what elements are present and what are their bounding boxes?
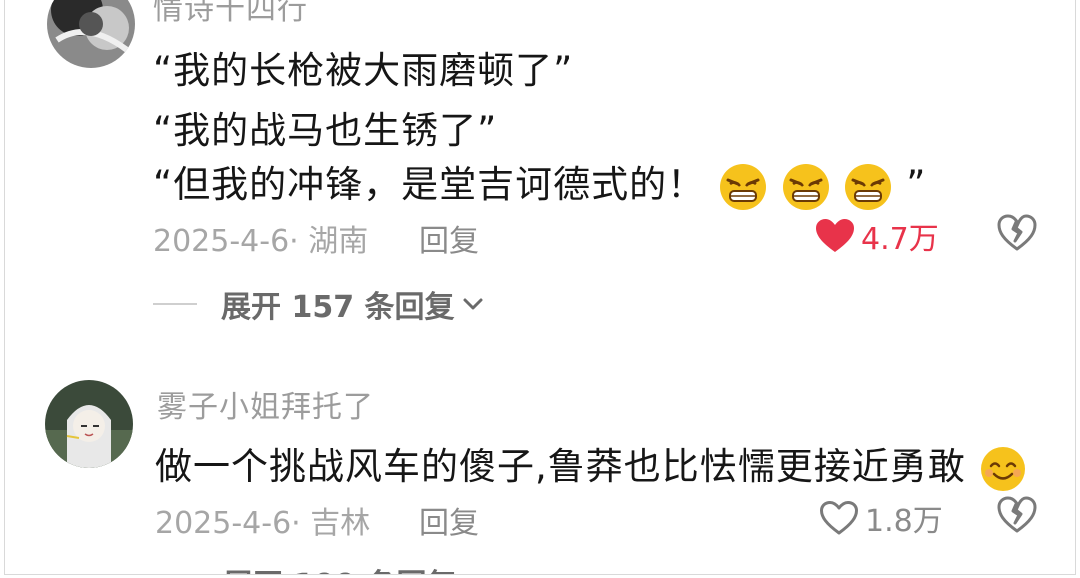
comment-list: 情诗十四行 “我的长枪被大雨磨顿了” “我的战马也生锈了” “但我的冲锋，是堂吉… bbox=[4, 0, 1076, 575]
grin-emoji-icon bbox=[845, 163, 892, 210]
like-count: 4.7万 bbox=[861, 222, 939, 257]
comment-date-location: 2025-4-6· 吉林 bbox=[155, 506, 371, 541]
expand-replies-button[interactable]: 展开 157 条回复 bbox=[153, 282, 485, 326]
like-button[interactable]: 4.7万 bbox=[815, 214, 939, 258]
heart-filled-icon bbox=[816, 219, 854, 252]
like-button[interactable]: 1.8万 bbox=[819, 496, 943, 540]
comment-text-segment: 做一个挑战风车的傻子,鲁莽也比怯懦更接近勇敢 bbox=[155, 445, 966, 488]
username[interactable]: 情诗十四行 bbox=[153, 0, 308, 28]
chevron-down-icon bbox=[463, 298, 483, 310]
comment-text-line-3: “但我的冲锋，是堂吉诃德式的！ ” bbox=[153, 154, 926, 212]
comment-text-segment: “但我的冲锋，是堂吉诃德式的！ bbox=[153, 163, 706, 206]
expand-replies-label: 展开 157 条回复 bbox=[221, 290, 455, 325]
grin-emoji-icon bbox=[782, 163, 829, 210]
grin-emoji-icon bbox=[719, 163, 766, 210]
like-count: 1.8万 bbox=[865, 504, 943, 539]
heart-outline-icon bbox=[820, 501, 858, 535]
dislike-button[interactable] bbox=[997, 496, 1037, 538]
avatar[interactable] bbox=[47, 0, 135, 68]
smile-emoji-icon bbox=[980, 446, 1025, 491]
comment-date-location: 2025-4-6· 湖南 bbox=[153, 224, 369, 259]
dislike-button[interactable] bbox=[997, 214, 1037, 256]
divider bbox=[153, 303, 197, 305]
comment-text-line: “我的战马也生锈了” bbox=[153, 109, 498, 152]
avatar[interactable] bbox=[45, 380, 133, 468]
comment-text-segment: ” bbox=[906, 163, 927, 206]
username[interactable]: 雾子小姐拜托了 bbox=[157, 382, 374, 426]
broken-heart-icon bbox=[997, 496, 1037, 533]
reply-button[interactable]: 回复 bbox=[419, 216, 479, 260]
reply-button[interactable]: 回复 bbox=[419, 498, 479, 542]
expand-replies-label: 展开 199 条回复 bbox=[223, 560, 457, 574]
expand-replies-button[interactable]: 展开 199 条回复 bbox=[155, 560, 457, 574]
comment-text-line: “我的长枪被大雨磨顿了” bbox=[153, 49, 574, 92]
broken-heart-icon bbox=[997, 214, 1037, 251]
comment-text-line: 做一个挑战风车的傻子,鲁莽也比怯懦更接近勇敢 bbox=[155, 436, 1027, 493]
